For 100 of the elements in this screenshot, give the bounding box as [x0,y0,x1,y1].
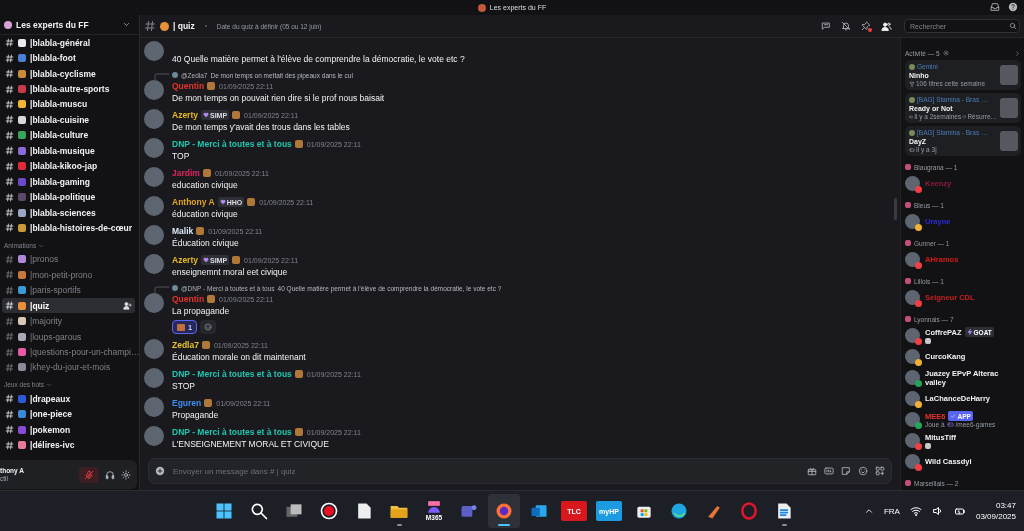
author-name[interactable]: Zedla7 [172,340,199,350]
channel-item[interactable]: |khey-du-jour-et-mois [2,359,135,376]
author-name[interactable]: Azerty [172,255,198,265]
inbox-icon[interactable] [990,2,1000,12]
sticker-icon[interactable] [841,466,851,476]
channel-item[interactable]: |one-piece [2,406,135,423]
hash-icon [5,409,14,419]
hash-icon [5,38,14,48]
role-icon [905,278,911,284]
user-avatar[interactable] [144,397,164,417]
channel-item[interactable]: |blabla-foot [2,50,135,66]
chevron-right-icon[interactable] [1014,49,1021,57]
mic-muted-button[interactable] [79,466,99,483]
hash-icon [5,362,14,372]
channel-item[interactable]: |blabla-politique [2,189,135,205]
app-icon [427,500,441,515]
channel-item[interactable]: |délires-ivc [2,437,135,453]
message-text: enseignemnt moral eet civique [172,266,289,278]
add-attachment-icon[interactable] [155,466,165,476]
chevron-up-icon[interactable] [863,506,874,516]
user-avatar[interactable] [144,80,164,100]
author-name[interactable]: Anthony A [172,197,215,207]
channel-item[interactable]: |blabla-musique [2,143,135,159]
threads-icon[interactable] [821,21,831,31]
author-name[interactable]: DNP - Merci à toutes et à tous [172,369,292,379]
user-avatar[interactable] [144,426,164,446]
wifi-icon[interactable] [909,505,922,517]
members-icon[interactable] [881,20,892,32]
channel-item[interactable]: |blabla-cuisine [2,112,135,128]
channel-item[interactable]: |pronos [2,251,135,268]
channel-item[interactable]: |blabla-général [2,35,135,51]
author-name[interactable]: Azerty [172,110,198,120]
channel-item[interactable]: |drapeaux [2,391,135,407]
author-name[interactable]: DNP - Merci à toutes et à tous [172,427,292,437]
user-avatar[interactable] [144,196,164,216]
lightning-icon [966,329,973,335]
add-user-icon[interactable] [123,301,132,311]
author-name[interactable]: Jardim [172,168,200,178]
hash-icon [5,254,14,264]
channel-item[interactable]: |blabla-muscu [2,96,135,113]
gif-icon[interactable] [824,466,834,476]
user-avatar[interactable] [144,138,164,158]
channel-item[interactable]: |paris-sportifs [2,282,135,298]
channel-item[interactable]: |blabla-autre-sports [2,81,135,97]
user-avatar[interactable] [144,109,164,129]
author-name[interactable]: Malik [172,226,194,236]
user-avatar[interactable] [144,368,164,388]
user-avatar[interactable] [144,254,164,274]
user-avatar[interactable] [144,167,164,187]
message-input[interactable]: Envoyer un message dans # | quiz [173,466,799,476]
app-icon [249,501,269,521]
channel-item[interactable]: |majority [2,313,135,329]
user-avatar[interactable] [144,41,164,61]
app-icon [909,96,915,103]
user-avatar[interactable] [144,339,164,359]
author-name[interactable]: Eguren [172,398,202,408]
channel-item[interactable]: |pokemon [2,422,135,438]
search-icon [1009,22,1017,30]
hash-icon [5,146,14,156]
channel-item[interactable]: |blabla-cyclisme [2,65,135,82]
hash-icon [5,69,14,79]
chevron-down-icon[interactable] [122,20,131,29]
user-avatar[interactable] [144,293,164,313]
battery-icon[interactable] [953,505,966,517]
help-icon[interactable] [1008,2,1018,12]
headphones-icon[interactable] [105,469,115,480]
hash-icon [5,53,14,63]
language-indicator[interactable]: FRA [883,506,900,516]
settings-icon[interactable] [121,469,131,480]
clock-button[interactable]: 03:47 03/09/2025 [975,501,1016,521]
hash-icon [5,208,14,218]
channel-item[interactable]: |blabla-kikoo-jap [2,158,135,174]
scrollbar-thumb[interactable] [894,198,897,220]
channel-item[interactable]: |blabla-histoires-de-cœur [2,220,135,236]
user-avatar[interactable] [144,225,164,245]
gamepad-icon [909,113,914,120]
channel-item[interactable]: |blabla-culture [2,127,135,144]
pinned-messages-button[interactable] [861,21,871,31]
emoji-icon[interactable] [858,466,868,476]
author-name[interactable]: Quentin [172,294,205,304]
channel-item[interactable]: |blabla-gaming [2,173,135,190]
message-composer[interactable]: Envoyer un message dans # | quiz [148,458,892,484]
add-reaction-button[interactable] [200,320,217,334]
app-icon [494,501,514,521]
settings-icon[interactable] [942,50,949,56]
channel-item[interactable]: |loups-garous [2,328,135,345]
app-icon [214,501,234,521]
message-text: De mon temps y'avait des trous dans les tables [172,121,351,133]
hash-icon [5,177,14,187]
channel-item[interactable]: |mon-petit-prono [2,267,135,283]
author-name[interactable]: Quentin [172,81,205,91]
channel-item[interactable]: |blabla-sciences [2,204,135,221]
server-name[interactable]: Les experts du FF [16,19,118,30]
channel-item[interactable]: |quiz [2,298,135,314]
gift-icon[interactable] [807,466,817,476]
apps-icon[interactable] [875,466,885,476]
volume-icon[interactable] [931,505,944,517]
hash-icon [5,347,14,357]
author-name[interactable]: DNP - Merci à toutes et à tous [172,139,292,149]
bell-off-icon[interactable] [841,21,851,31]
